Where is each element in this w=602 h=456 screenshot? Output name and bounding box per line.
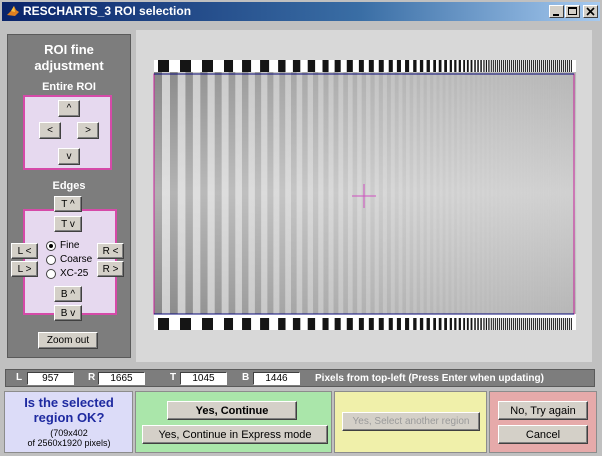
panel-title-line1: ROI fine: [44, 42, 94, 57]
zoom-out-button[interactable]: Zoom out: [38, 332, 98, 349]
right-right-button[interactable]: R >: [97, 261, 124, 277]
roi-left-button[interactable]: <: [39, 122, 61, 139]
bottom-down-button[interactable]: B v: [54, 305, 82, 321]
bottom-coord-label: B: [242, 372, 250, 383]
close-icon: [586, 7, 595, 16]
roi-fine-adjustment-panel: ROI fine adjustment Entire ROI ^ < > v E…: [7, 34, 131, 358]
left-coord-label: L: [16, 372, 23, 383]
maximize-button[interactable]: [565, 5, 580, 18]
question-panel: Is the selected region OK? (709x402 of 2…: [4, 391, 133, 453]
maximize-icon: [568, 7, 577, 15]
no-try-again-button[interactable]: No, Try again: [498, 401, 588, 420]
xc25-radio[interactable]: XC-25: [46, 268, 88, 279]
radio-dot: [46, 254, 56, 265]
roi-image-view[interactable]: [136, 30, 592, 362]
try-again-panel: No, Try again Cancel: [489, 391, 597, 453]
resolution-chart-image[interactable]: [136, 30, 592, 362]
roi-selection-window: RESCHARTS_3 ROI selection ROI fine adjus…: [0, 0, 602, 456]
fine-radio[interactable]: Fine: [46, 240, 79, 251]
radio-dot-selected: [46, 240, 56, 251]
title-bar[interactable]: RESCHARTS_3 ROI selection: [2, 2, 600, 21]
entire-roi-label: Entire ROI: [42, 81, 96, 93]
coordinates-bar: L R T B Pixels from top-left (Press Ente…: [5, 369, 595, 387]
coarse-radio-label: Coarse: [60, 254, 93, 265]
close-button[interactable]: [583, 5, 598, 18]
roi-right-button[interactable]: >: [77, 122, 99, 139]
right-coord-label: R: [88, 372, 96, 383]
top-down-button[interactable]: T v: [54, 216, 82, 232]
radio-dot: [46, 268, 56, 279]
left-left-button[interactable]: L <: [11, 243, 38, 259]
coord-hint: Pixels from top-left (Press Enter when u…: [315, 373, 544, 384]
xc25-radio-label: XC-25: [60, 268, 89, 279]
left-coord-input[interactable]: [27, 372, 74, 385]
entire-roi-box: ^ < > v: [23, 95, 112, 170]
continue-panel: Yes, Continue Yes, Continue in Express m…: [135, 391, 332, 453]
panel-title-line2: adjustment: [34, 58, 104, 73]
minimize-icon: [553, 14, 559, 16]
question-text: Is the selected region OK?: [24, 395, 114, 425]
coarse-radio[interactable]: Coarse: [46, 254, 92, 265]
right-left-button[interactable]: R <: [97, 243, 124, 259]
top-coord-input[interactable]: [180, 372, 227, 385]
top-up-button[interactable]: T ^: [54, 196, 82, 212]
yes-express-button[interactable]: Yes, Continue in Express mode: [142, 425, 328, 444]
minimize-button[interactable]: [549, 5, 564, 18]
left-right-button[interactable]: L >: [11, 261, 38, 277]
window-title: RESCHARTS_3 ROI selection: [23, 4, 192, 18]
matlab-icon: [7, 6, 19, 16]
roi-up-button[interactable]: ^: [58, 100, 80, 117]
yes-select-another-region-button[interactable]: Yes, Select another region: [342, 412, 480, 431]
bottom-coord-input[interactable]: [253, 372, 300, 385]
right-coord-input[interactable]: [98, 372, 145, 385]
roi-down-button[interactable]: v: [58, 148, 80, 165]
top-coord-label: T: [170, 372, 177, 383]
yes-continue-button[interactable]: Yes, Continue: [167, 401, 297, 420]
bottom-up-button[interactable]: B ^: [54, 286, 82, 302]
fine-radio-label: Fine: [60, 240, 80, 251]
image-size-text: of 2560x1920 pixels): [27, 438, 111, 448]
cancel-button[interactable]: Cancel: [498, 425, 588, 444]
edges-label: Edges: [52, 180, 86, 192]
select-region-panel: Yes, Select another region: [334, 391, 487, 453]
